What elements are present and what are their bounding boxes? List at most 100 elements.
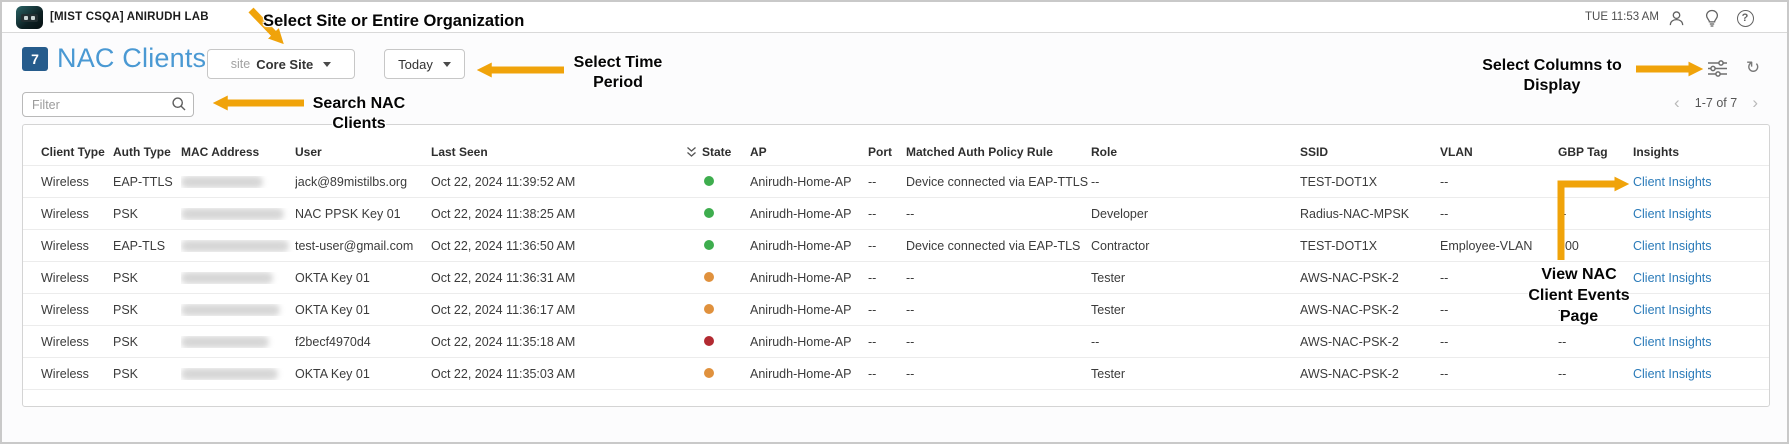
organization-name[interactable]: [MIST CSQA] ANIRUDH LAB xyxy=(50,11,209,23)
cell-last_seen: Oct 22, 2024 11:36:50 AM xyxy=(431,239,686,253)
cell-matched_rule: Device connected via EAP-TTLS xyxy=(906,175,1091,189)
column-header-client_type[interactable]: Client Type xyxy=(41,145,113,159)
filter-field-wrap xyxy=(22,92,194,117)
time-period-value: Today xyxy=(398,57,433,72)
refresh-icon[interactable]: ↻ xyxy=(1741,57,1765,79)
cell-vlan: -- xyxy=(1440,175,1558,189)
nac-clients-table: Client TypeAuth Type MAC AddressUser Last … xyxy=(22,124,1770,407)
cell-gbp_tag: -- xyxy=(1558,271,1633,285)
cell-vlan: -- xyxy=(1440,271,1558,285)
cell-last_seen: Oct 22, 2024 11:35:03 AM xyxy=(431,367,686,381)
redacted-mac-address xyxy=(181,304,280,316)
column-header-state[interactable]: State xyxy=(686,145,750,159)
clock-label: TUE 11:53 AM xyxy=(1585,11,1659,23)
site-selector-dropdown[interactable]: site Core Site xyxy=(207,49,355,79)
cell-last_seen: Oct 22, 2024 11:36:31 AM xyxy=(431,271,686,285)
cell-user: OKTA Key 01 xyxy=(295,271,431,285)
state-dot-orange xyxy=(704,368,714,378)
redacted-mac-address xyxy=(181,240,289,252)
column-header-insights[interactable]: Insights xyxy=(1633,145,1769,159)
mist-logo-face xyxy=(21,14,38,22)
state-dot-green xyxy=(704,240,714,250)
column-label: State xyxy=(702,145,731,159)
cell-last_seen: Oct 22, 2024 11:36:17 AM xyxy=(431,303,686,317)
cell-ssid: AWS-NAC-PSK-2 xyxy=(1300,303,1440,317)
column-header-mac_address[interactable]: MAC Address xyxy=(181,145,295,159)
cell-auth_type: PSK xyxy=(113,271,181,285)
cell-role: Contractor xyxy=(1091,239,1300,253)
cell-ssid: Radius-NAC-MPSK xyxy=(1300,207,1440,221)
cell-auth_type: PSK xyxy=(113,303,181,317)
client-insights-link[interactable]: Client Insights xyxy=(1633,303,1712,317)
whats-new-bulb-icon[interactable] xyxy=(1702,8,1722,28)
cell-auth_type: PSK xyxy=(113,367,181,381)
cell-client_type: Wireless xyxy=(41,175,113,189)
cell-auth_type: PSK xyxy=(113,335,181,349)
client-insights-link[interactable]: Client Insights xyxy=(1633,239,1712,253)
cell-insights: Client Insights xyxy=(1633,271,1769,285)
logo-eye xyxy=(24,16,28,20)
page-title: NAC Clients xyxy=(57,43,206,74)
column-header-vlan[interactable]: VLAN xyxy=(1440,145,1558,159)
column-header-ap[interactable]: AP xyxy=(750,145,868,159)
cell-state xyxy=(686,367,750,381)
pagination-prev-icon[interactable]: ‹ xyxy=(1674,97,1680,109)
client-count-badge: 7 xyxy=(22,47,48,71)
column-header-ssid[interactable]: SSID xyxy=(1300,145,1440,159)
column-selector-icon[interactable] xyxy=(1705,57,1729,79)
client-insights-link[interactable]: Client Insights xyxy=(1633,175,1712,189)
pagination-next-icon[interactable]: › xyxy=(1752,97,1758,109)
annotation-select-columns: Select Columns to Display xyxy=(1477,56,1627,96)
cell-ap: Anirudh-Home-AP xyxy=(750,207,868,221)
column-header-auth_type[interactable]: Auth Type xyxy=(113,145,181,159)
cell-ssid: AWS-NAC-PSK-2 xyxy=(1300,271,1440,285)
cell-ap: Anirudh-Home-AP xyxy=(750,239,868,253)
column-label: Auth Type xyxy=(113,145,171,159)
time-period-dropdown[interactable]: Today xyxy=(384,49,465,79)
table-row: WirelessPSKOKTA Key 01Oct 22, 2024 11:36… xyxy=(23,261,1769,293)
table-row: WirelessPSKOKTA Key 01Oct 22, 2024 11:36… xyxy=(23,293,1769,325)
cell-mac_address xyxy=(181,208,295,220)
column-header-role[interactable]: Role xyxy=(1091,145,1300,159)
filter-input[interactable] xyxy=(22,92,194,117)
pagination: ‹ 1-7 of 7 › xyxy=(1674,96,1758,110)
mist-logo-icon[interactable] xyxy=(16,6,43,29)
column-label: Insights xyxy=(1633,145,1679,159)
cell-gbp_tag: -- xyxy=(1558,207,1633,221)
column-label: User xyxy=(295,145,322,159)
top-bar: [MIST CSQA] ANIRUDH LAB TUE 11:53 AM ? xyxy=(2,2,1787,33)
client-insights-link[interactable]: Client Insights xyxy=(1633,335,1712,349)
cell-ssid: AWS-NAC-PSK-2 xyxy=(1300,367,1440,381)
cell-gbp_tag: -- xyxy=(1558,303,1633,317)
cell-auth_type: PSK xyxy=(113,207,181,221)
column-label: Port xyxy=(868,145,892,159)
cell-mac_address xyxy=(181,176,295,188)
column-header-matched_rule[interactable]: Matched Auth Policy Rule xyxy=(906,145,1091,159)
column-header-last_seen[interactable]: Last Seen xyxy=(431,145,686,159)
cell-vlan: -- xyxy=(1440,367,1558,381)
redacted-mac-address xyxy=(181,176,263,188)
cell-state xyxy=(686,303,750,317)
cell-port: -- xyxy=(868,207,906,221)
client-insights-link[interactable]: Client Insights xyxy=(1633,271,1712,285)
cell-last_seen: Oct 22, 2024 11:39:52 AM xyxy=(431,175,686,189)
table-row: WirelessEAP-TLStest-user@gmail.comOct 22… xyxy=(23,229,1769,261)
cell-state xyxy=(686,239,750,253)
cell-last_seen: Oct 22, 2024 11:38:25 AM xyxy=(431,207,686,221)
cell-port: -- xyxy=(868,271,906,285)
cell-client_type: Wireless xyxy=(41,367,113,381)
cell-auth_type: EAP-TTLS xyxy=(113,175,181,189)
column-header-user[interactable]: User xyxy=(295,145,431,159)
cell-ap: Anirudh-Home-AP xyxy=(750,271,868,285)
help-icon[interactable]: ? xyxy=(1735,8,1755,28)
column-header-gbp_tag[interactable]: GBP Tag xyxy=(1558,145,1633,159)
help-glyph: ? xyxy=(1737,10,1754,27)
account-icon[interactable] xyxy=(1666,8,1686,28)
cell-role: -- xyxy=(1091,175,1300,189)
cell-vlan: -- xyxy=(1440,303,1558,317)
column-header-port[interactable]: Port xyxy=(868,145,906,159)
client-insights-link[interactable]: Client Insights xyxy=(1633,207,1712,221)
client-insights-link[interactable]: Client Insights xyxy=(1633,367,1712,381)
state-dot-orange xyxy=(704,272,714,282)
column-label: Matched Auth Policy Rule xyxy=(906,145,1053,159)
